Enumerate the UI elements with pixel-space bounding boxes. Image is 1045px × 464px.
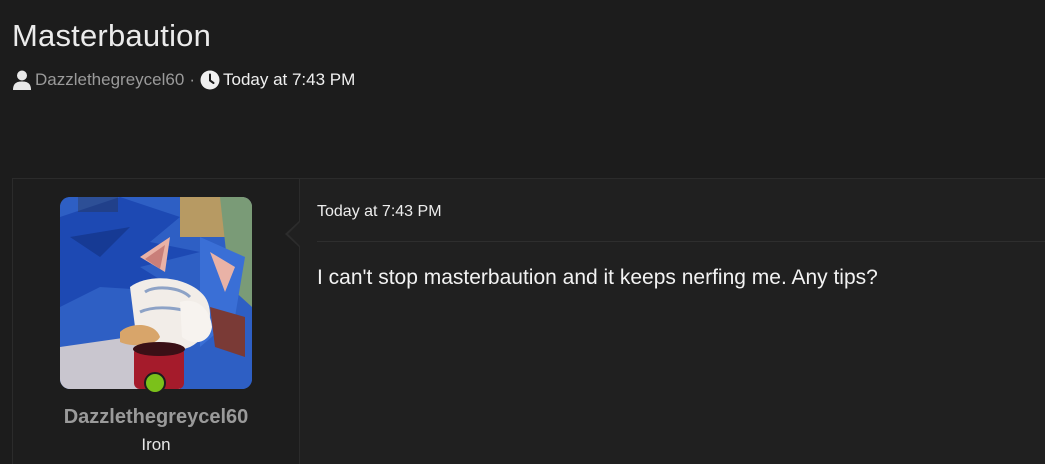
post-arrow-inner (288, 222, 300, 246)
page-title: Masterbaution (12, 18, 212, 53)
thread-page: Masterbaution Dazzlethegreycel60 · Today… (0, 0, 1045, 464)
thread-date-link[interactable]: Today at 7:43 PM (223, 70, 355, 90)
post-divider (317, 241, 1045, 242)
thread-author-link[interactable]: Dazzlethegreycel60 (35, 70, 184, 90)
user-rank: Iron (141, 435, 171, 454)
post-body: I can't stop masterbaution and it keeps … (317, 266, 878, 289)
online-status-indicator (144, 372, 166, 394)
post-user-panel: Dazzlethegreycel60 Iron (13, 179, 300, 464)
thread-meta: Dazzlethegreycel60 · Today at 7:43 PM (12, 70, 355, 90)
user-icon (12, 70, 32, 90)
post-username[interactable]: Dazzlethegreycel60 (13, 406, 299, 429)
post-date-link[interactable]: Today at 7:43 PM (317, 203, 442, 221)
meta-separator: · (189, 70, 195, 89)
avatar[interactable] (60, 197, 252, 389)
post: Dazzlethegreycel60 Iron Today at 7:43 PM… (12, 178, 1045, 464)
clock-icon (200, 70, 220, 90)
